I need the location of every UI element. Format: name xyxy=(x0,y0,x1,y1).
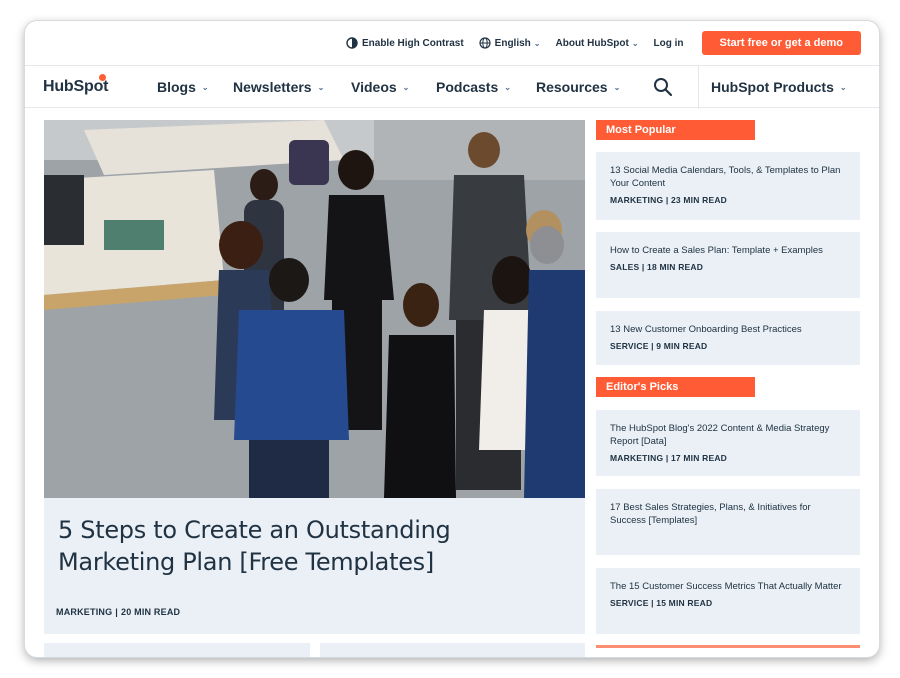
featured-article-meta: MARKETING | 20 MIN READ xyxy=(56,607,180,617)
about-label: About HubSpot xyxy=(555,37,629,49)
chevron-down-icon: ⌄ xyxy=(402,82,410,92)
next-article-card[interactable] xyxy=(44,643,310,657)
nav-item-hubspot-products[interactable]: HubSpot Products ⌄ xyxy=(711,79,847,95)
nav-item-label: Newsletters xyxy=(233,79,312,95)
sidebar-article-title[interactable]: How to Create a Sales Plan: Template + E… xyxy=(610,244,846,257)
chevron-down-icon: ⌄ xyxy=(839,82,847,92)
contrast-icon xyxy=(346,37,358,49)
sidebar-article-card[interactable]: 13 New Customer Onboarding Best Practice… xyxy=(596,311,860,365)
chevron-down-icon: ⌄ xyxy=(201,82,209,92)
sidebar-article-meta: SERVICE | 9 MIN READ xyxy=(610,341,708,351)
nav-item-newsletters[interactable]: Newsletters ⌄ xyxy=(233,79,324,95)
browser-frame: Enable High Contrast English ⌄ About Hub… xyxy=(25,21,879,657)
most-popular-heading: Most Popular xyxy=(596,120,755,140)
nav-item-label: Podcasts xyxy=(436,79,499,95)
login-link[interactable]: Log in xyxy=(654,38,684,49)
hero-image[interactable] xyxy=(44,120,585,498)
about-hubspot-menu[interactable]: About HubSpot ⌄ xyxy=(556,38,639,49)
nav-item-blogs[interactable]: Blogs ⌄ xyxy=(157,79,209,95)
hero-photo-illustration xyxy=(44,120,585,498)
sidebar-article-meta: MARKETING | 17 MIN READ xyxy=(610,453,728,463)
utility-bar: Enable High Contrast English ⌄ About Hub… xyxy=(25,21,879,65)
nav-item-resources[interactable]: Resources ⌄ xyxy=(536,79,620,95)
start-free-cta-button[interactable]: Start free or get a demo xyxy=(701,31,861,55)
featured-article-title[interactable]: 5 Steps to Create an Outstanding Marketi… xyxy=(58,514,558,578)
sidebar-article-title[interactable]: 13 New Customer Onboarding Best Practice… xyxy=(610,323,846,336)
sidebar-article-card[interactable]: The HubSpot Blog's 2022 Content & Media … xyxy=(596,410,860,476)
search-button[interactable] xyxy=(653,77,673,102)
chevron-down-icon: ⌄ xyxy=(533,38,541,48)
sidebar-article-title[interactable]: The HubSpot Blog's 2022 Content & Media … xyxy=(610,422,846,448)
sidebar-article-card[interactable]: The 15 Customer Success Metrics That Act… xyxy=(596,568,860,634)
high-contrast-toggle[interactable]: Enable High Contrast xyxy=(346,37,464,49)
nav-item-label: Blogs xyxy=(157,79,196,95)
high-contrast-label: Enable High Contrast xyxy=(361,37,464,49)
language-selector[interactable]: English ⌄ xyxy=(479,37,541,49)
nav-item-label: Resources xyxy=(536,79,608,95)
chevron-down-icon: ⌄ xyxy=(631,38,639,48)
nav-item-videos[interactable]: Videos ⌄ xyxy=(351,79,409,95)
language-label: English xyxy=(494,37,531,49)
login-label: Log in xyxy=(653,37,684,49)
article-read-time: 20 MIN READ xyxy=(121,607,181,617)
editors-picks-heading: Editor's Picks xyxy=(596,377,755,397)
meta-separator: | xyxy=(115,607,119,617)
nav-divider xyxy=(698,66,699,109)
sidebar-article-title[interactable]: 17 Best Sales Strategies, Plans, & Initi… xyxy=(610,501,846,527)
next-articles-strip xyxy=(44,643,585,657)
article-category[interactable]: MARKETING xyxy=(56,607,112,617)
chevron-down-icon: ⌄ xyxy=(613,82,621,92)
logo-text-a: HubSp xyxy=(43,78,94,95)
sidebar-article-meta: SALES | 18 MIN READ xyxy=(610,262,704,272)
globe-icon xyxy=(479,37,491,49)
search-icon xyxy=(653,78,673,101)
sidebar-article-meta: SERVICE | 15 MIN READ xyxy=(610,598,713,608)
chevron-down-icon: ⌄ xyxy=(504,82,511,92)
sidebar-article-card[interactable]: How to Create a Sales Plan: Template + E… xyxy=(596,232,860,298)
logo-sprocket-letter: o xyxy=(94,74,107,96)
main-nav: HubSp o t Blogs ⌄ Newsletters ⌄ Videos ⌄… xyxy=(25,65,879,109)
nav-item-podcasts[interactable]: Podcasts ⌄ xyxy=(436,79,511,95)
sidebar-next-section-bar xyxy=(596,645,860,648)
nav-item-label: HubSpot Products xyxy=(711,79,834,95)
sidebar-article-card[interactable]: 13 Social Media Calendars, Tools, & Temp… xyxy=(596,152,860,220)
nav-item-label: Videos xyxy=(351,79,397,95)
chevron-down-icon: ⌄ xyxy=(317,82,325,92)
next-article-card[interactable] xyxy=(319,643,585,657)
sidebar-article-title[interactable]: 13 Social Media Calendars, Tools, & Temp… xyxy=(610,164,846,190)
sidebar-article-title[interactable]: The 15 Customer Success Metrics That Act… xyxy=(610,580,846,593)
sidebar-article-card[interactable]: 17 Best Sales Strategies, Plans, & Initi… xyxy=(596,489,860,555)
hubspot-logo[interactable]: HubSp o t xyxy=(43,74,108,96)
featured-article-card[interactable]: 5 Steps to Create an Outstanding Marketi… xyxy=(44,498,585,634)
sidebar-article-meta: MARKETING | 23 MIN READ xyxy=(610,195,728,205)
